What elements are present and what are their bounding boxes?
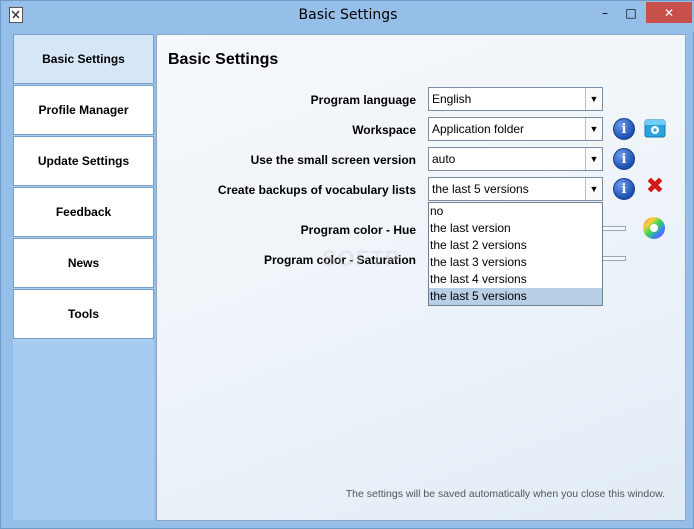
- small-screen-info-icon[interactable]: i: [613, 148, 635, 170]
- small-screen-select[interactable]: auto ▼: [428, 147, 603, 171]
- dropdown-option-last-2[interactable]: the last 2 versions: [429, 237, 602, 254]
- settings-panel: Basic Settings Program language English …: [156, 34, 686, 521]
- sidebar-item-news[interactable]: News: [13, 238, 154, 288]
- sidebar-item-update-settings[interactable]: Update Settings: [13, 136, 154, 186]
- workspace-value: Application folder: [432, 122, 525, 136]
- small-screen-label: Use the small screen version: [250, 153, 416, 167]
- delete-icon[interactable]: ✖: [643, 175, 667, 199]
- saturation-slider[interactable]: [602, 256, 626, 261]
- sidebar-item-basic-settings[interactable]: Basic Settings: [13, 34, 154, 84]
- dropdown-option-last-4[interactable]: the last 4 versions: [429, 271, 602, 288]
- sidebar: Basic Settings Profile Manager Update Se…: [13, 34, 154, 520]
- maximize-button[interactable]: □: [618, 2, 644, 23]
- dropdown-option-no[interactable]: no: [429, 203, 602, 220]
- sidebar-item-profile-manager[interactable]: Profile Manager: [13, 85, 154, 135]
- backups-info-icon[interactable]: i: [613, 178, 635, 200]
- chevron-down-icon[interactable]: ▼: [585, 148, 602, 170]
- page-title: Basic Settings: [168, 51, 279, 68]
- dropdown-option-last-3[interactable]: the last 3 versions: [429, 254, 602, 271]
- settings-window: Basic Settings – □ ✕ Basic Settings Prof…: [0, 0, 694, 529]
- chevron-down-icon[interactable]: ▼: [585, 88, 602, 110]
- language-label: Program language: [310, 93, 416, 107]
- workspace-info-icon[interactable]: i: [613, 118, 635, 140]
- sidebar-item-tools[interactable]: Tools: [13, 289, 154, 339]
- color-wheel-icon[interactable]: [642, 216, 666, 240]
- watermark: SOFTP: [322, 246, 401, 271]
- sidebar-item-feedback[interactable]: Feedback: [13, 187, 154, 237]
- footer-note: The settings will be saved automatically…: [345, 488, 665, 500]
- small-screen-value: auto: [432, 152, 456, 166]
- folder-settings-icon[interactable]: [644, 117, 666, 139]
- backups-select[interactable]: the last 5 versions ▼: [428, 177, 603, 201]
- dropdown-option-last-5[interactable]: the last 5 versions: [429, 288, 602, 305]
- close-button[interactable]: ✕: [646, 2, 692, 23]
- hue-slider[interactable]: [602, 226, 626, 231]
- chevron-down-icon[interactable]: ▼: [585, 118, 602, 140]
- dropdown-option-last-version[interactable]: the last version: [429, 220, 602, 237]
- title-bar: Basic Settings – □ ✕: [1, 1, 694, 32]
- backups-value: the last 5 versions: [432, 182, 529, 196]
- workspace-select[interactable]: Application folder ▼: [428, 117, 603, 141]
- backups-label: Create backups of vocabulary lists: [217, 183, 416, 197]
- backups-dropdown-list[interactable]: no the last version the last 2 versions …: [428, 202, 603, 306]
- hue-label: Program color - Hue: [300, 223, 416, 237]
- language-value: English: [432, 92, 472, 106]
- window-title: Basic Settings: [298, 7, 398, 23]
- chevron-down-icon[interactable]: ▼: [585, 178, 602, 200]
- minimize-button[interactable]: –: [592, 2, 618, 23]
- language-select[interactable]: English ▼: [428, 87, 603, 111]
- workspace-label: Workspace: [352, 123, 416, 137]
